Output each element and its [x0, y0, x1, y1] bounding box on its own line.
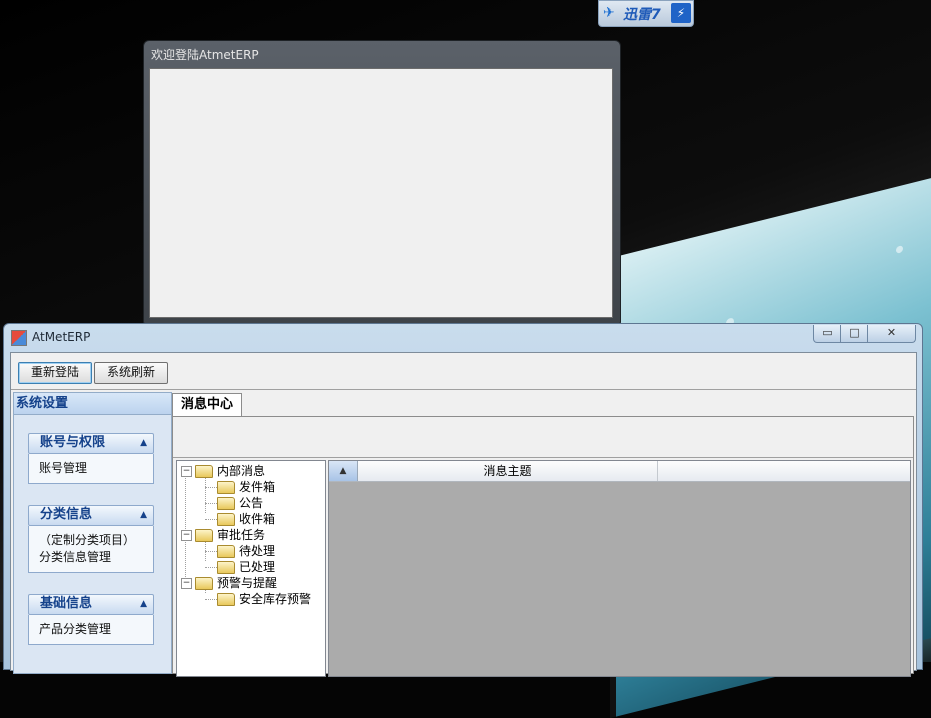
- folder-icon: [217, 593, 235, 606]
- collapse-toggle-icon[interactable]: −: [181, 530, 192, 541]
- sidebar-group-account: 账号与权限 ▲ 账号管理: [28, 433, 154, 484]
- xunlei-bird-icon: ✈: [603, 5, 615, 21]
- tree-node-label: 预警与提醒: [217, 576, 278, 590]
- tree-node-announcement[interactable]: 公告: [217, 495, 263, 511]
- tree-node-outbox[interactable]: 发件箱: [217, 479, 275, 495]
- folder-icon: [217, 561, 235, 574]
- group-body-basic: 产品分类管理: [28, 615, 154, 645]
- tab-bar: 消息中心: [172, 393, 912, 418]
- tree-node-alerts[interactable]: − 预警与提醒: [181, 575, 277, 591]
- main-window[interactable]: AtMetERP ▭ □ ✕ 重新登陆 系统刷新 系统设置 账号与权限 ▲ 账号…: [3, 323, 923, 677]
- sidebar-header: 系统设置: [14, 393, 171, 415]
- collapse-arrow-icon[interactable]: ▲: [140, 434, 147, 452]
- group-title: 基础信息: [40, 596, 93, 611]
- tree-node-label: 内部消息: [217, 464, 266, 478]
- tree-node-safety-stock-alert[interactable]: 安全库存预警: [217, 591, 311, 607]
- refresh-button[interactable]: 系统刷新: [94, 362, 168, 384]
- tree-node-label: 待处理: [239, 544, 276, 558]
- folder-icon: [217, 497, 235, 510]
- tree-node-internal-messages[interactable]: − 内部消息: [181, 463, 265, 479]
- tab-toolbar-area: [173, 417, 913, 458]
- folder-icon: [195, 529, 213, 542]
- login-window[interactable]: 欢迎登陆AtmetERP: [143, 40, 621, 324]
- sidebar-group-basic: 基础信息 ▲ 产品分类管理: [28, 594, 154, 645]
- tree-node-label: 安全库存预警: [239, 592, 312, 606]
- login-window-title: 欢迎登陆AtmetERP: [151, 48, 259, 62]
- tree-node-label: 已处理: [239, 560, 276, 574]
- collapse-arrow-icon[interactable]: ▲: [140, 595, 147, 613]
- sidebar: 系统设置 账号与权限 ▲ 账号管理 分类信息 ▲ （定制分类项目） 分类信息管理: [13, 392, 172, 674]
- tree-node-label: 审批任务: [217, 528, 266, 542]
- group-title: 账号与权限: [40, 435, 106, 450]
- sidebar-link-custom-category[interactable]: （定制分类项目）: [39, 532, 143, 549]
- maximize-button[interactable]: □: [840, 325, 869, 343]
- xunlei-label: 迅雷7: [623, 7, 661, 23]
- folder-icon: [195, 465, 213, 478]
- sidebar-link-category-manage[interactable]: 分类信息管理: [39, 549, 143, 566]
- close-button[interactable]: ✕: [867, 325, 916, 343]
- group-body-category: （定制分类项目） 分类信息管理: [28, 526, 154, 573]
- tree-node-label: 发件箱: [239, 480, 276, 494]
- tree-node-label: 公告: [239, 496, 264, 510]
- collapse-arrow-icon[interactable]: ▲: [140, 506, 147, 524]
- grid-header: ▲ 消息主题: [329, 461, 910, 482]
- group-title: 分类信息: [40, 507, 93, 522]
- message-tree: − 内部消息 发件箱 公告 收件箱 − 审批任务 待处理 已处理 − 预警与提醒…: [176, 460, 326, 677]
- folder-icon: [217, 513, 235, 526]
- login-window-content: [149, 68, 613, 318]
- app-icon: [11, 330, 27, 346]
- collapse-toggle-icon[interactable]: −: [181, 466, 192, 477]
- main-window-title: AtMetERP: [32, 330, 91, 344]
- lightning-icon: ⚡: [671, 3, 691, 23]
- sidebar-link-account-manage[interactable]: 账号管理: [39, 460, 143, 477]
- group-body-account: 账号管理: [28, 454, 154, 484]
- tree-node-inbox[interactable]: 收件箱: [217, 511, 275, 527]
- toolbar: 重新登陆 系统刷新: [11, 353, 916, 390]
- grid-column-subject[interactable]: 消息主题: [358, 461, 658, 481]
- tree-node-pending[interactable]: 待处理: [217, 543, 275, 559]
- sidebar-link-product-category[interactable]: 产品分类管理: [39, 621, 143, 638]
- folder-icon: [195, 577, 213, 590]
- tree-node-approval-tasks[interactable]: − 审批任务: [181, 527, 265, 543]
- minimize-button[interactable]: ▭: [813, 325, 842, 343]
- message-grid[interactable]: ▲ 消息主题: [328, 460, 911, 677]
- collapse-toggle-icon[interactable]: −: [181, 578, 192, 589]
- folder-icon: [217, 545, 235, 558]
- group-header-account[interactable]: 账号与权限 ▲: [28, 433, 154, 454]
- group-header-category[interactable]: 分类信息 ▲: [28, 505, 154, 526]
- main-client-area: 重新登陆 系统刷新 系统设置 账号与权限 ▲ 账号管理 分类信息 ▲ （定制分类…: [10, 352, 917, 677]
- sidebar-group-category: 分类信息 ▲ （定制分类项目） 分类信息管理: [28, 505, 154, 573]
- folder-icon: [217, 481, 235, 494]
- tab-page-message-center: − 内部消息 发件箱 公告 收件箱 − 审批任务 待处理 已处理 − 预警与提醒…: [172, 416, 914, 677]
- xunlei-badge[interactable]: ✈ 迅雷7 ⚡: [598, 0, 694, 27]
- group-header-basic[interactable]: 基础信息 ▲: [28, 594, 154, 615]
- relogin-button[interactable]: 重新登陆: [18, 362, 92, 384]
- tree-node-processed[interactable]: 已处理: [217, 559, 275, 575]
- tab-message-center[interactable]: 消息中心: [172, 393, 242, 418]
- tree-node-label: 收件箱: [239, 512, 276, 526]
- grid-corner-icon[interactable]: ▲: [329, 461, 358, 481]
